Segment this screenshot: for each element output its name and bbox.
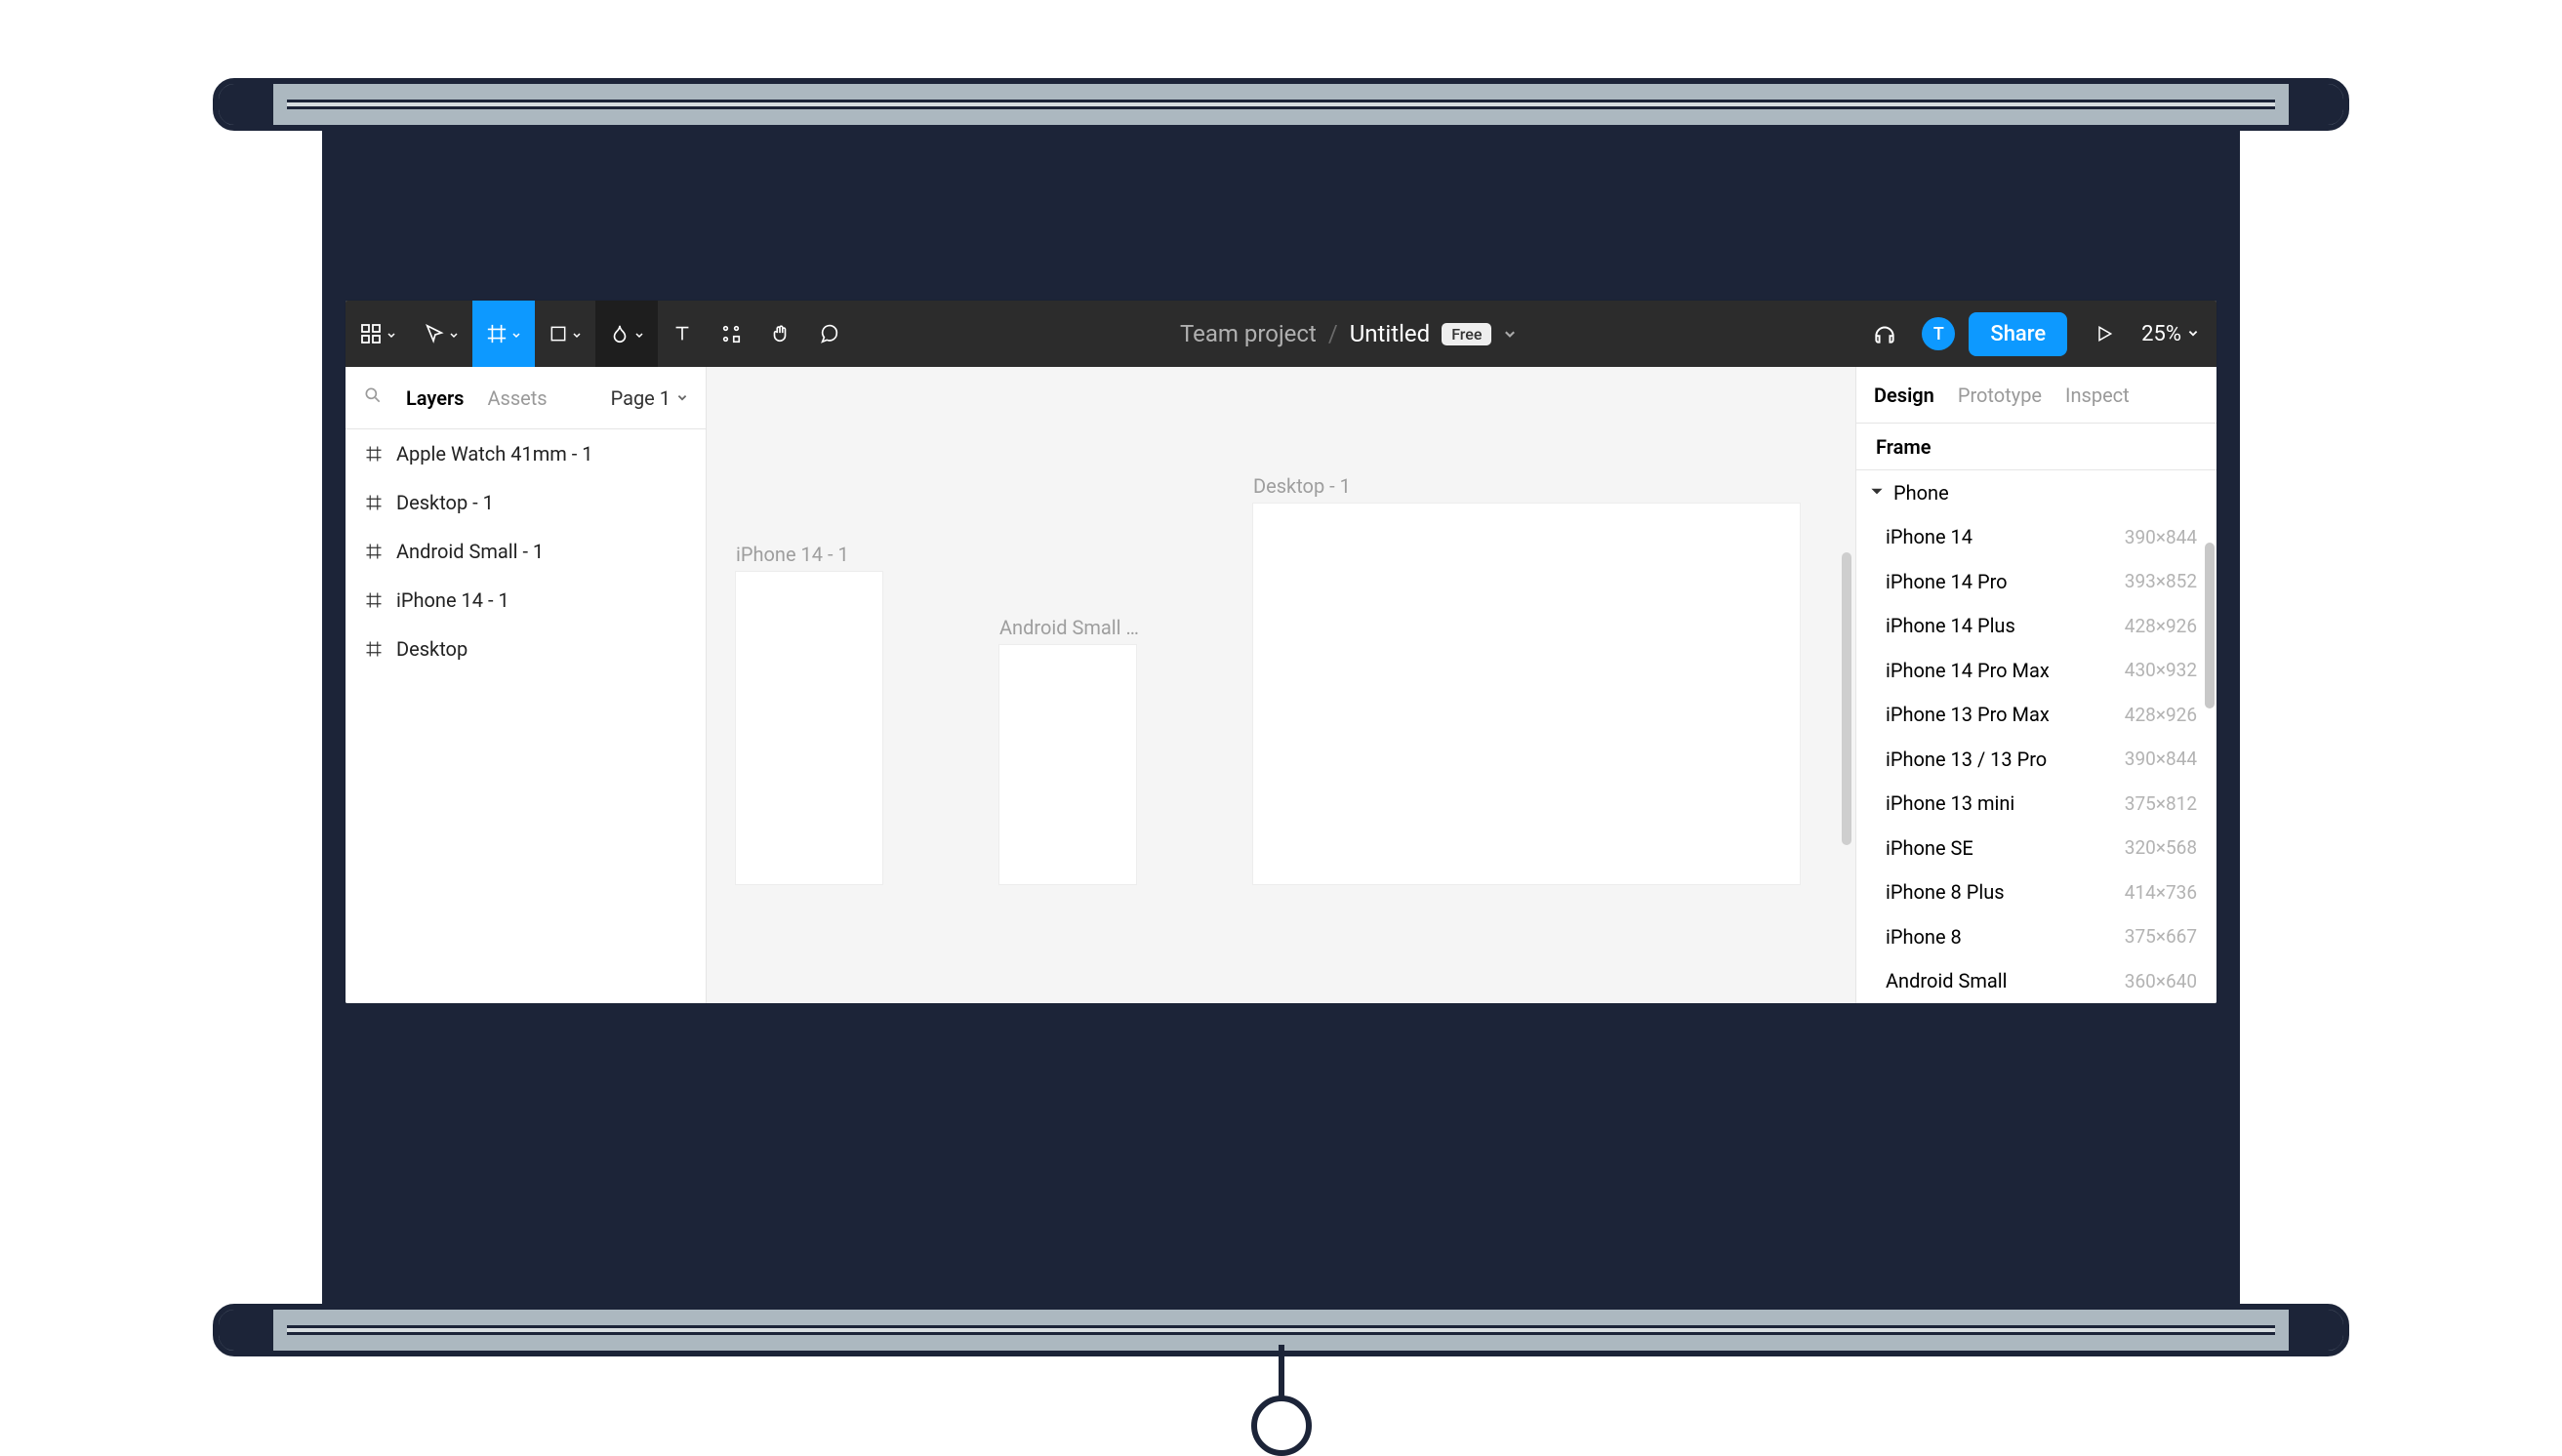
- frame-preset[interactable]: iPhone 14 Plus428×926: [1856, 603, 2216, 648]
- tab-design[interactable]: Design: [1874, 384, 1934, 407]
- frame-preset[interactable]: iPhone 13 / 13 Pro390×844: [1856, 737, 2216, 782]
- zoom-dropdown[interactable]: 25%: [2141, 322, 2199, 346]
- layer-item[interactable]: iPhone 14 - 1: [346, 576, 706, 625]
- frame-preset[interactable]: iPhone 14390×844: [1856, 514, 2216, 559]
- main-menu-button[interactable]: [346, 301, 410, 367]
- projector-top-bar: [213, 78, 2349, 131]
- frame-preset[interactable]: Android Small360×640: [1856, 958, 2216, 1003]
- frame-preset[interactable]: iPhone 13 Pro Max428×926: [1856, 692, 2216, 737]
- layer-item[interactable]: Desktop: [346, 625, 706, 673]
- frame-section-header: Frame: [1856, 424, 2216, 469]
- frame-preset[interactable]: iPhone 13 mini375×812: [1856, 781, 2216, 826]
- frame-preset[interactable]: iPhone 14 Pro Max430×932: [1856, 648, 2216, 693]
- zoom-value: 25%: [2141, 322, 2181, 346]
- tab-layers[interactable]: Layers: [406, 386, 464, 410]
- tab-prototype[interactable]: Prototype: [1958, 384, 2042, 407]
- tab-assets[interactable]: Assets: [487, 386, 547, 410]
- file-dropdown-icon[interactable]: [1503, 320, 1517, 347]
- shape-tool-button[interactable]: [535, 301, 595, 367]
- frame-tool-button[interactable]: [472, 301, 535, 367]
- present-button[interactable]: [2081, 324, 2128, 344]
- resources-tool-button[interactable]: [707, 301, 755, 367]
- breadcrumb[interactable]: Team project / Untitled Free: [853, 301, 1844, 367]
- canvas-frame-iphone[interactable]: [736, 572, 882, 884]
- right-panel: Design Prototype Inspect Frame Phone iPh…: [1855, 367, 2216, 1003]
- audio-chat-button[interactable]: [1861, 321, 1908, 346]
- canvas-frame-desktop[interactable]: [1253, 504, 1800, 884]
- breadcrumb-separator: /: [1328, 320, 1338, 347]
- canvas-frame-label[interactable]: Desktop - 1: [1253, 474, 1351, 498]
- canvas-frame-label[interactable]: Android Small …: [999, 616, 1139, 639]
- layer-item[interactable]: Apple Watch 41mm - 1: [346, 429, 706, 478]
- frame-preset[interactable]: iPhone 8375×667: [1856, 914, 2216, 959]
- pen-tool-button[interactable]: [595, 301, 658, 367]
- frame-category-phone[interactable]: Phone: [1856, 470, 2216, 515]
- left-panel: Layers Assets Page 1 Apple Watch 41mm - …: [346, 367, 707, 1003]
- frame-preset[interactable]: iPhone 14 Pro393×852: [1856, 559, 2216, 604]
- toolbar: Team project / Untitled Free T Share 25%: [346, 301, 2216, 367]
- right-panel-scrollbar[interactable]: [2205, 543, 2215, 708]
- canvas-frame-label[interactable]: iPhone 14 - 1: [736, 543, 849, 566]
- comment-tool-button[interactable]: [804, 301, 853, 367]
- frame-preset[interactable]: iPhone 8 Plus414×736: [1856, 870, 2216, 914]
- layer-item[interactable]: Android Small - 1: [346, 527, 706, 576]
- canvas-scrollbar[interactable]: [1842, 552, 1851, 845]
- canvas[interactable]: iPhone 14 - 1 Android Small … Desktop - …: [707, 367, 1855, 1003]
- share-button[interactable]: Share: [1969, 312, 2067, 356]
- frame-preset[interactable]: iPhone SE320×568: [1856, 826, 2216, 870]
- design-app-window: Team project / Untitled Free T Share 25%: [346, 301, 2216, 1003]
- search-icon[interactable]: [363, 385, 383, 410]
- file-name[interactable]: Untitled: [1350, 320, 1430, 347]
- page-selector[interactable]: Page 1: [611, 386, 688, 410]
- project-name[interactable]: Team project: [1180, 320, 1317, 347]
- tab-inspect[interactable]: Inspect: [2065, 384, 2130, 407]
- move-tool-button[interactable]: [410, 301, 472, 367]
- plan-badge[interactable]: Free: [1442, 323, 1491, 345]
- canvas-frame-android[interactable]: [999, 645, 1136, 884]
- text-tool-button[interactable]: [658, 301, 707, 367]
- avatar[interactable]: T: [1922, 317, 1955, 350]
- projector-pull-icon: [1279, 1345, 1284, 1399]
- hand-tool-button[interactable]: [755, 301, 804, 367]
- layer-item[interactable]: Desktop - 1: [346, 478, 706, 527]
